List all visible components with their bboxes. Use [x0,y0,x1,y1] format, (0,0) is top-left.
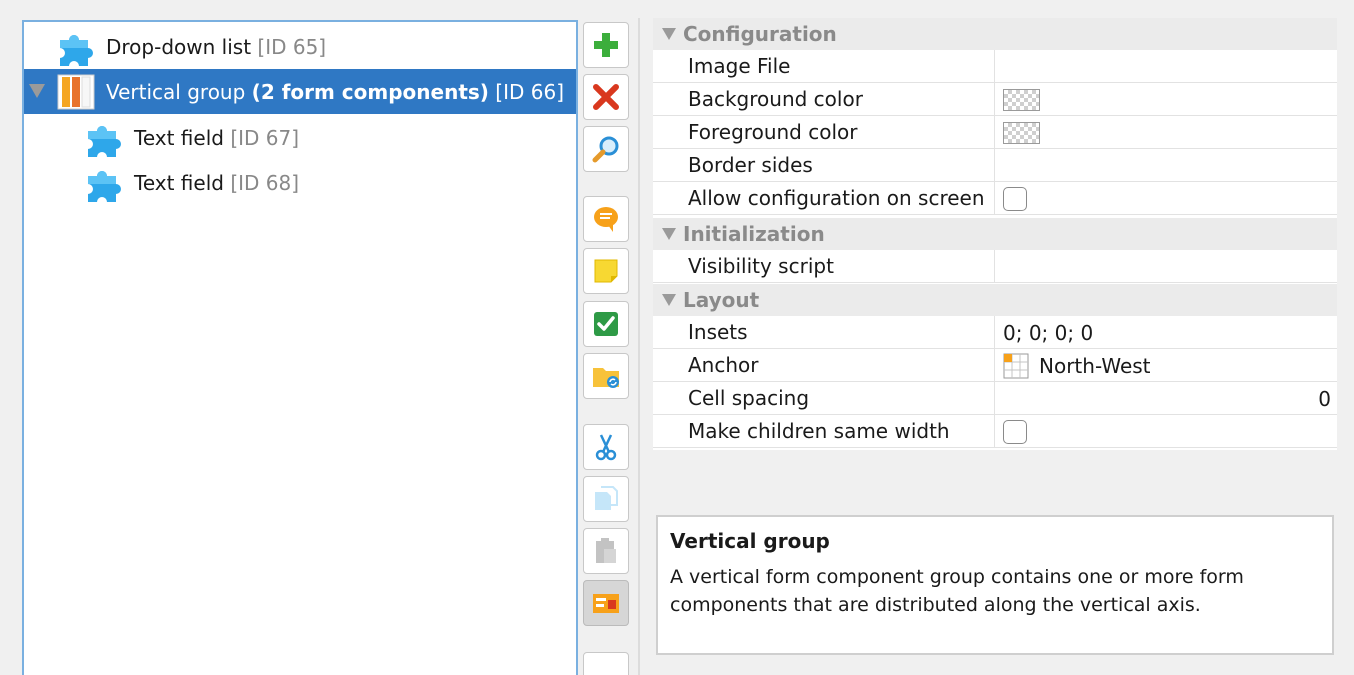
collapse-triangle-icon[interactable] [662,228,676,240]
tree-item-vertical-group[interactable]: Vertical group (2 form components) [ID 6… [24,69,576,114]
panel-separator[interactable] [638,18,640,675]
description-title: Vertical group [670,529,830,553]
note-button[interactable] [583,248,629,294]
allow-configuration-checkbox[interactable] [1003,186,1027,211]
section-configuration[interactable]: Configuration [653,18,1337,50]
comment-button[interactable] [583,196,629,242]
tree-item-drop-down-list[interactable]: Drop-down list [ID 65] [24,24,576,69]
magnifier-icon [592,136,619,163]
property-value[interactable] [994,149,1337,182]
property-value[interactable]: 0; 0; 0; 0 [994,316,1337,349]
property-border-sides[interactable]: Border sides [653,149,1337,182]
section-layout[interactable]: Layout [653,284,1337,316]
property-allow-configuration[interactable]: Allow configuration on screen [653,182,1337,215]
property-value[interactable]: North-West [994,349,1337,382]
collapse-triangle-icon[interactable] [662,294,676,306]
property-value[interactable] [994,250,1337,283]
cut-button[interactable] [583,424,629,470]
tree-item-text-field-67[interactable]: Text field [ID 67] [24,115,576,160]
description-text: A vertical form component group contains… [670,566,1244,616]
property-cell-spacing[interactable]: Cell spacing 0 [653,382,1337,415]
property-value[interactable]: 0 [994,382,1337,415]
find-button[interactable] [583,126,629,172]
anchor-grid-icon [1003,353,1029,378]
plus-icon [594,33,618,57]
clipboard-icon [596,538,616,563]
puzzle-icon [54,27,98,67]
property-value[interactable] [994,116,1337,149]
property-value[interactable] [994,415,1337,448]
red-x-icon [593,84,619,110]
property-value[interactable] [994,50,1337,83]
copy-button[interactable] [583,476,629,522]
tree-toolbar [581,0,631,675]
property-grid: Configuration Image File Background colo… [653,18,1337,450]
folder-sync-icon [593,368,619,388]
copy-icon [595,486,618,510]
property-insets[interactable]: Insets 0; 0; 0; 0 [653,316,1337,349]
component-tree[interactable]: Drop-down list [ID 65] Vertical group (2… [22,20,578,675]
vertical-group-icon [54,72,98,112]
more-button[interactable] [583,652,629,675]
paste-button[interactable] [583,528,629,574]
check-button[interactable] [583,301,629,347]
checkmark-icon [594,312,618,336]
tree-item-label: Text field [ID 68] [134,170,300,195]
section-initialization[interactable]: Initialization [653,218,1337,250]
puzzle-icon [82,118,126,158]
tree-item-text-field-68[interactable]: Text field [ID 68] [24,160,576,205]
scissors-icon [595,434,617,461]
color-swatch[interactable] [1003,88,1040,111]
speech-bubble-icon [594,207,618,232]
add-button[interactable] [583,22,629,68]
collapse-triangle-icon[interactable] [662,28,676,40]
tree-item-label: Drop-down list [ID 65] [106,34,327,59]
color-swatch[interactable] [1003,121,1040,144]
folder-button[interactable] [583,353,629,399]
property-anchor[interactable]: Anchor North-West [653,349,1337,382]
tree-item-label: Text field [ID 67] [134,125,300,150]
puzzle-icon [82,163,126,203]
description-panel: Vertical group A vertical form component… [656,515,1334,655]
delete-button[interactable] [583,74,629,120]
same-width-checkbox[interactable] [1003,419,1027,444]
property-visibility-script[interactable]: Visibility script [653,250,1337,283]
expand-triangle-icon[interactable] [29,84,45,98]
property-image-file[interactable]: Image File [653,50,1337,83]
property-value[interactable] [994,182,1337,215]
property-background-color[interactable]: Background color [653,83,1337,116]
property-value[interactable] [994,83,1337,116]
sticky-note-icon [594,259,618,283]
property-make-children-same-width[interactable]: Make children same width [653,415,1337,448]
property-foreground-color[interactable]: Foreground color [653,116,1337,149]
preview-button[interactable] [583,580,629,626]
tree-item-label: Vertical group (2 form components) [ID 6… [106,79,565,104]
form-preview-icon [593,594,619,613]
